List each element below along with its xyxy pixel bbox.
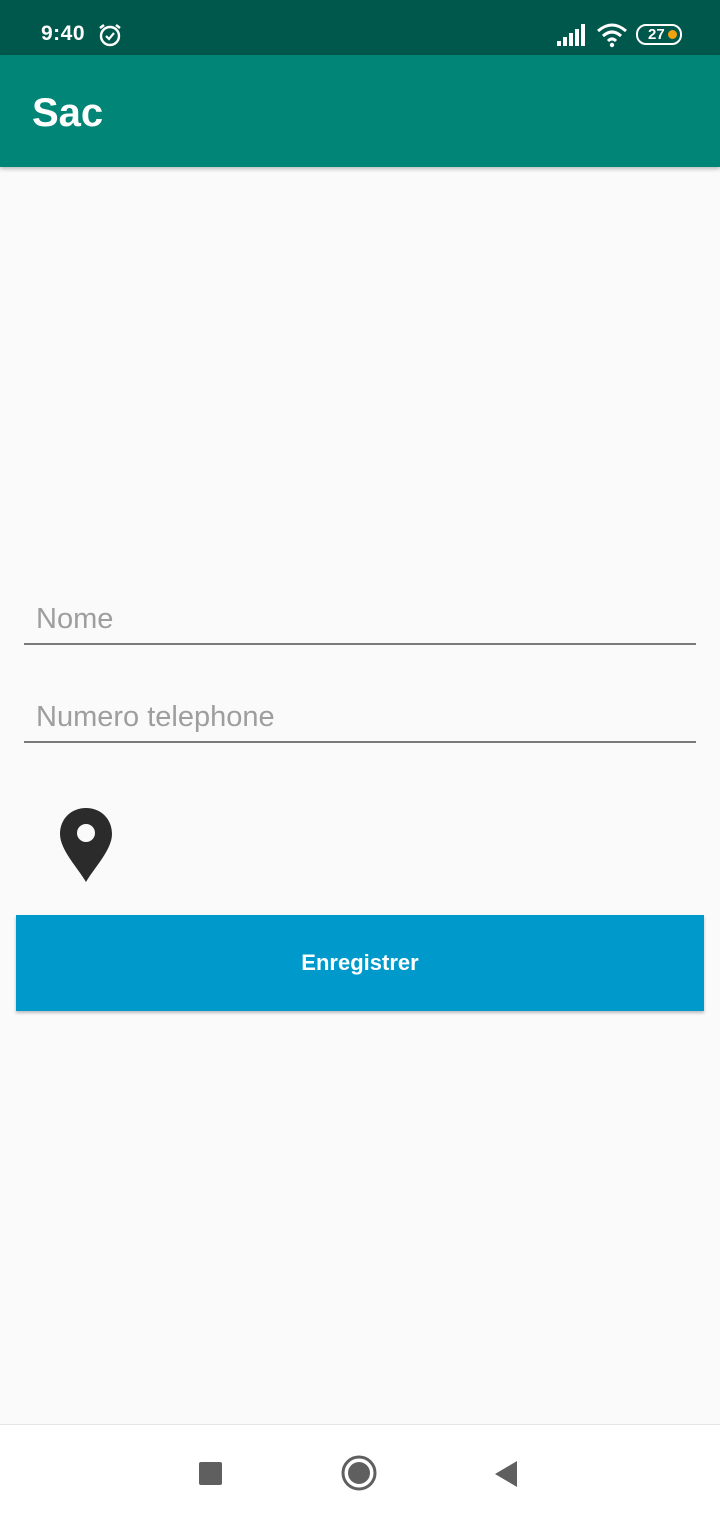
navigation-bar — [0, 1424, 720, 1520]
screen: 9:40 27 Sac Nome Numero telephone Enregi… — [0, 0, 720, 1520]
save-button[interactable]: Enregistrer — [16, 915, 704, 1011]
wifi-icon — [597, 23, 627, 48]
battery-charge-dot — [668, 30, 677, 39]
back-icon[interactable] — [494, 1460, 518, 1488]
signal-icon — [557, 24, 585, 46]
alarm-icon — [99, 24, 121, 47]
map-pin-icon[interactable] — [58, 806, 114, 884]
name-input[interactable] — [36, 599, 676, 639]
name-field — [24, 587, 696, 645]
phone-field — [24, 685, 696, 743]
home-icon[interactable] — [341, 1455, 377, 1491]
battery-icon: 27 — [636, 24, 682, 45]
phone-input[interactable] — [36, 697, 676, 737]
page-title: Sac — [32, 91, 104, 135]
status-bar: 9:40 27 — [0, 0, 720, 55]
recent-apps-icon[interactable] — [199, 1462, 222, 1485]
battery-level: 27 — [648, 26, 665, 43]
status-time: 9:40 — [41, 22, 86, 45]
app-bar: Sac — [0, 55, 720, 167]
